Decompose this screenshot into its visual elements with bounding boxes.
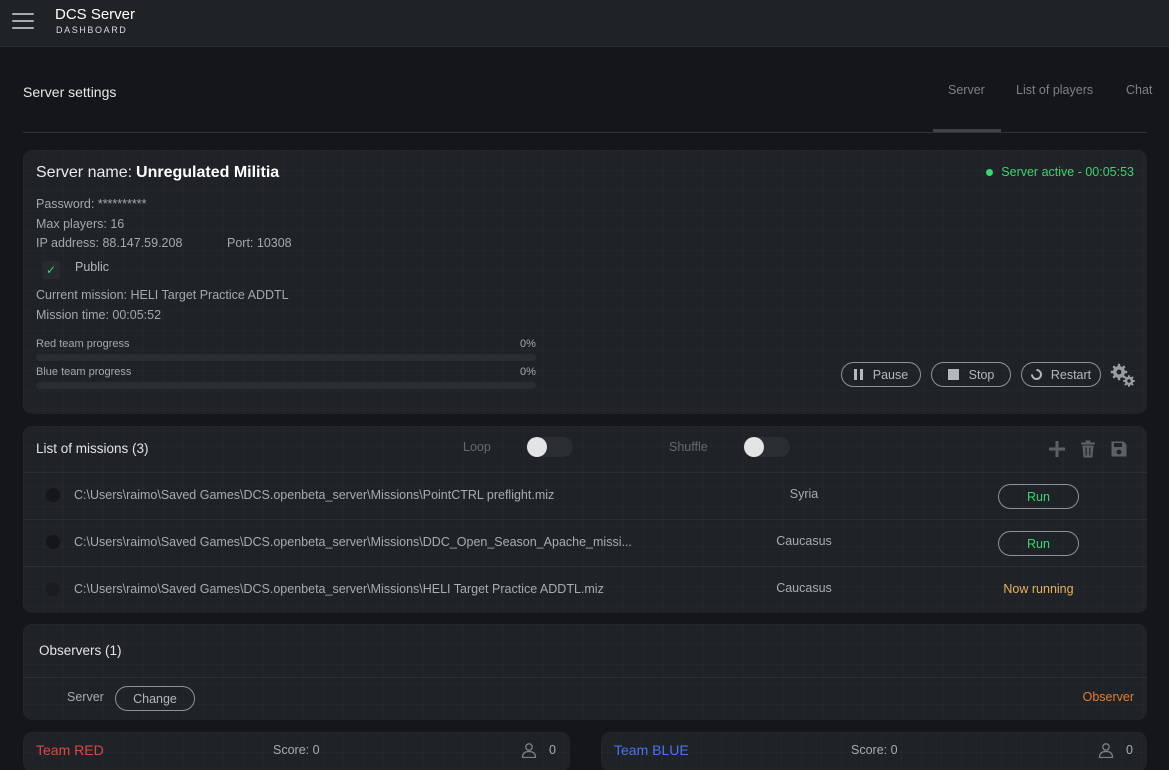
mission-map: Caucasus [776, 534, 832, 548]
blue-progress-bar [36, 382, 536, 389]
hamburger-icon[interactable] [12, 13, 34, 31]
restart-button[interactable]: Restart [1021, 362, 1101, 387]
checkmark-icon: ✓ [45, 263, 57, 277]
shuffle-label: Shuffle [669, 440, 708, 454]
mission-path: C:\Users\raimo\Saved Games\DCS.openbeta_… [74, 488, 555, 502]
red-progress-bar [36, 354, 536, 361]
loop-label: Loop [463, 440, 491, 454]
user-icon [1098, 742, 1114, 759]
mission-select-radio[interactable] [46, 535, 60, 549]
team-blue-player-count: 0 [1126, 743, 1133, 757]
stop-icon [947, 369, 959, 380]
public-label: Public [75, 260, 110, 274]
status-dot-icon [986, 168, 994, 176]
restart-button-label: Restart [1050, 367, 1092, 382]
change-button[interactable]: Change [115, 686, 195, 711]
red-progress-label: Red team progress [36, 338, 130, 350]
mission-row: C:\Users\raimo\Saved Games\DCS.openbeta_… [23, 472, 1147, 518]
server-name-value: Unregulated Militia [136, 164, 280, 181]
tab-chat[interactable]: Chat [1126, 83, 1152, 97]
server-name: Server name: Unregulated Militia [36, 164, 279, 182]
stop-button-label: Stop [968, 367, 995, 382]
team-red-score: Score: 0 [273, 743, 320, 757]
blue-progress-value: 0% [520, 366, 536, 378]
loop-toggle[interactable] [526, 437, 573, 457]
observers-card: Observers (1) Server Change Observer [23, 624, 1147, 720]
stop-button[interactable]: Stop [931, 362, 1011, 387]
mission-time: Mission time: 00:05:52 [36, 308, 162, 322]
team-red-name: Team RED [36, 742, 104, 758]
shuffle-toggle[interactable] [743, 437, 790, 457]
mission-path: C:\Users\raimo\Saved Games\DCS.openbeta_… [74, 582, 604, 596]
pause-icon [853, 369, 863, 380]
run-mission-button[interactable]: Run [998, 484, 1079, 509]
user-icon [521, 742, 537, 759]
observer-name: Server [67, 690, 104, 704]
app-title: DCS Server [55, 6, 136, 23]
tab-server[interactable]: Server [948, 83, 985, 97]
page-title: Server settings [23, 84, 117, 100]
server-password: Password: ********** [36, 197, 147, 211]
mission-row: C:\Users\raimo\Saved Games\DCS.openbeta_… [23, 519, 1147, 565]
observer-role: Observer [1082, 690, 1134, 704]
server-ip-address: IP address: 88.147.59.208 [36, 236, 183, 250]
observers-title: Observers (1) [39, 643, 122, 658]
red-progress-value: 0% [520, 338, 536, 350]
mission-select-radio[interactable] [46, 488, 60, 502]
missions-card: List of missions (3) Loop Shuffle C:\Use… [23, 426, 1147, 613]
server-max-players: Max players: 16 [36, 217, 125, 231]
server-name-label: Server name: [36, 164, 133, 181]
gears-icon[interactable] [1110, 362, 1136, 388]
top-bar: DCS Server DASHBOARD [0, 0, 1169, 47]
observers-divider [23, 677, 1147, 678]
missions-title: List of missions (3) [36, 441, 149, 456]
public-checkbox[interactable]: ✓ [42, 261, 60, 279]
app-subtitle: DASHBOARD [56, 25, 128, 35]
restart-icon [1028, 366, 1045, 383]
trash-icon[interactable] [1079, 440, 1097, 458]
pause-button-label: Pause [872, 367, 909, 382]
mission-select-radio[interactable] [46, 582, 60, 596]
header-divider [23, 132, 1147, 133]
team-blue-score: Score: 0 [851, 743, 898, 757]
plus-icon[interactable] [1048, 440, 1066, 458]
server-port: Port: 10308 [227, 236, 292, 250]
floppy-disk-icon[interactable] [1110, 440, 1128, 458]
mission-map: Syria [789, 487, 819, 501]
server-status: Server active - 00:05:53 [986, 165, 1134, 179]
server-settings-card: Server name: Unregulated Militia Server a… [23, 150, 1147, 414]
tab-bar: Server List of players Chat [933, 83, 1152, 133]
now-running-status: Now running [1003, 582, 1074, 596]
team-blue-card: Team BLUE Score: 0 0 [601, 732, 1147, 770]
run-mission-button[interactable]: Run [998, 531, 1079, 556]
mission-path: C:\Users\raimo\Saved Games\DCS.openbeta_… [74, 535, 632, 549]
team-red-card: Team RED Score: 0 0 [23, 732, 570, 770]
mission-map: Caucasus [776, 581, 832, 595]
pause-button[interactable]: Pause [841, 362, 921, 387]
tab-list-of-players[interactable]: List of players [1016, 83, 1093, 97]
server-status-text: Server active - 00:05:53 [1001, 165, 1134, 179]
mission-row: C:\Users\raimo\Saved Games\DCS.openbeta_… [23, 566, 1147, 612]
current-mission: Current mission: HELI Target Practice AD… [36, 288, 289, 302]
team-red-player-count: 0 [549, 743, 556, 757]
blue-progress-label: Blue team progress [36, 366, 132, 378]
team-blue-name: Team BLUE [614, 742, 689, 758]
